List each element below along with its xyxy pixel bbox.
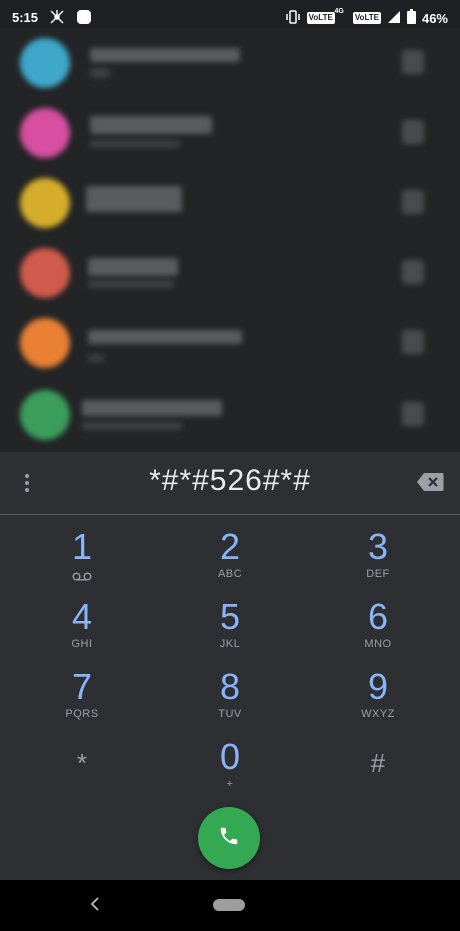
- contact-avatar: [20, 108, 70, 158]
- contact-row[interactable]: [0, 34, 460, 98]
- notification-icons: [48, 9, 92, 28]
- dial-key-2[interactable]: 2 ABC: [170, 528, 290, 594]
- dial-key-1[interactable]: 1: [22, 528, 142, 594]
- contact-row[interactable]: [0, 174, 460, 238]
- contact-avatar: [20, 318, 70, 368]
- contact-row[interactable]: [0, 314, 460, 378]
- dial-key-star[interactable]: *: [22, 738, 142, 804]
- contact-detail-blurred: [82, 422, 182, 430]
- call-icon[interactable]: [402, 120, 424, 144]
- contact-name-blurred: [90, 48, 240, 62]
- phone-icon: [218, 825, 240, 852]
- dial-key-7[interactable]: 7 PQRS: [22, 668, 142, 734]
- call-icon[interactable]: [402, 402, 424, 426]
- back-icon[interactable]: [88, 896, 102, 917]
- contact-detail-blurred: [90, 68, 110, 78]
- contact-row[interactable]: [0, 244, 460, 308]
- dial-key-8[interactable]: 8 TUV: [170, 668, 290, 734]
- system-icons: VoLTE 4G VoLTE 46%: [285, 8, 448, 27]
- dial-key-5[interactable]: 5 JKL: [170, 598, 290, 664]
- battery-percentage: 46%: [421, 10, 448, 26]
- home-pill-button[interactable]: [213, 899, 245, 911]
- dial-key-3[interactable]: 3 DEF: [318, 528, 438, 594]
- contact-list[interactable]: [0, 28, 460, 452]
- contact-name-blurred: [88, 258, 178, 276]
- contact-avatar: [20, 38, 70, 88]
- vibrate-icon: [285, 9, 301, 27]
- contact-detail-blurred: [90, 140, 180, 148]
- contact-name-blurred: [88, 330, 242, 344]
- voicemail-icon: [22, 568, 142, 586]
- contact-avatar: [20, 178, 70, 228]
- contact-name-blurred: [82, 400, 222, 416]
- contact-name-blurred: [86, 186, 182, 212]
- call-icon[interactable]: [402, 50, 424, 74]
- navigation-bar: [0, 880, 460, 931]
- contact-row[interactable]: [0, 104, 460, 168]
- overflow-menu-icon[interactable]: [18, 472, 36, 496]
- dial-key-6[interactable]: 6 MNO: [318, 598, 438, 664]
- app-notification-icon: [76, 9, 92, 28]
- dialed-number-row: *#*#526#*#: [0, 452, 460, 515]
- contact-name-blurred: [90, 116, 212, 134]
- dial-key-pound[interactable]: #: [318, 738, 438, 804]
- contact-avatar: [20, 390, 70, 440]
- volte-indicator-1: VoLTE 4G: [306, 8, 344, 24]
- signal-icon: [387, 10, 401, 27]
- dial-key-0[interactable]: 0 +: [170, 738, 290, 804]
- dialed-number-field[interactable]: *#*#526#*#: [60, 464, 400, 498]
- dialpad: *#*#526#*# 1 2 ABC 3 DEF 4 GHI 5 JKL 6 M…: [0, 452, 460, 880]
- contact-detail-blurred: [88, 354, 104, 362]
- backspace-icon[interactable]: [416, 472, 444, 497]
- call-icon[interactable]: [402, 260, 424, 284]
- status-time: 5:15: [12, 10, 39, 25]
- call-icon[interactable]: [402, 330, 424, 354]
- contact-detail-blurred: [88, 280, 174, 288]
- network-share-icon: [48, 9, 66, 28]
- battery-icon: [406, 9, 416, 27]
- call-button[interactable]: [198, 807, 260, 869]
- call-icon[interactable]: [402, 190, 424, 214]
- volte-indicator-2: VoLTE: [352, 12, 381, 24]
- contact-row[interactable]: [0, 386, 460, 450]
- contact-avatar: [20, 248, 70, 298]
- dial-key-9[interactable]: 9 WXYZ: [318, 668, 438, 734]
- dial-key-4[interactable]: 4 GHI: [22, 598, 142, 664]
